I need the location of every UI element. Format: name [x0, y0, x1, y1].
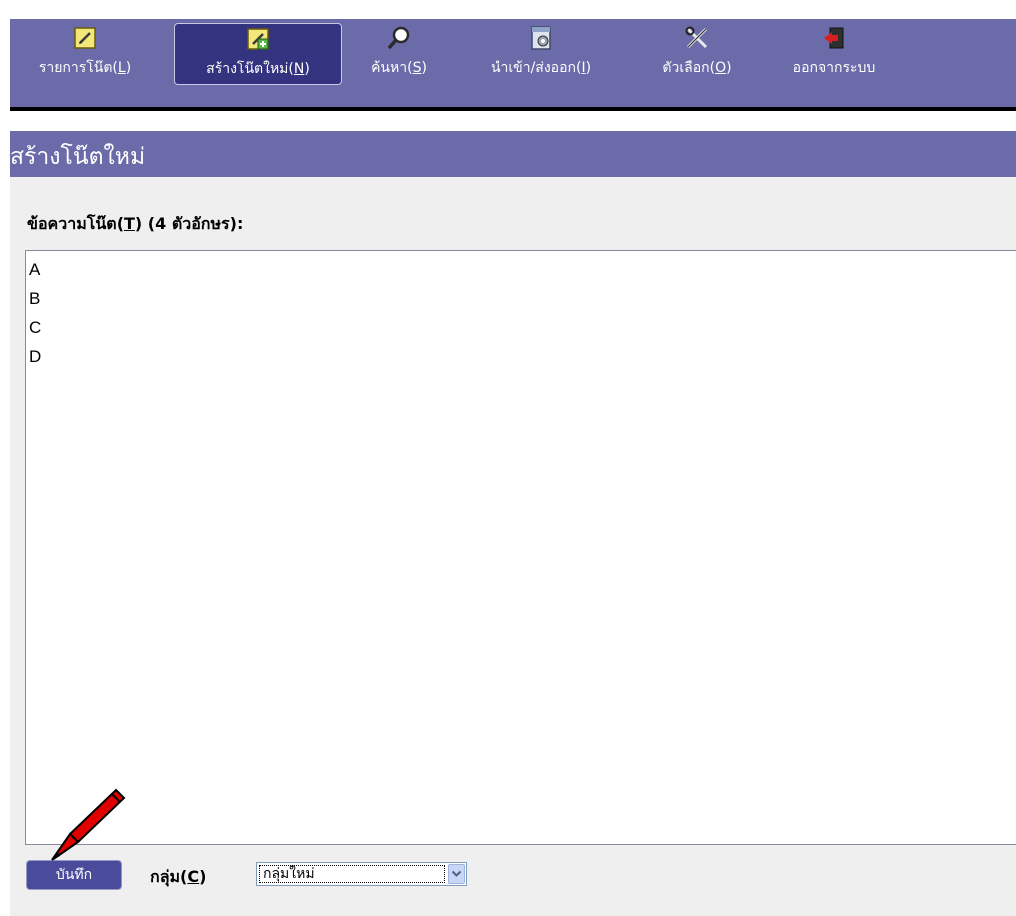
toolbar-item-options[interactable]: ตัวเลือก(O) — [626, 23, 768, 85]
note-text-input[interactable]: A B C D — [25, 250, 1016, 845]
toolbar-item-note-list[interactable]: รายการโน๊ต(L) — [14, 23, 156, 85]
page-title: สร้างโน๊ตใหม่ — [10, 144, 146, 170]
note-list-icon — [74, 27, 96, 49]
toolbar-label: นำเข้า/ส่งออก(I) — [490, 60, 592, 76]
group-select[interactable]: กลุ่มใหม่ — [256, 862, 467, 886]
group-label: กลุ่ม(C) — [150, 867, 207, 886]
toolbar-label: ค้นหา(S) — [371, 60, 427, 76]
new-note-icon — [247, 28, 269, 50]
toolbar-item-new-note[interactable]: สร้างโน๊ตใหม่(N) — [174, 23, 342, 85]
pencil-pointer-icon — [51, 788, 126, 861]
toolbar-band: รายการโน๊ต(L) สร้างโน๊ตใหม่(N) ค้นหา(S) — [10, 19, 1016, 107]
chevron-down-icon — [451, 870, 462, 877]
toolbar-label: ออกจากระบบ — [792, 60, 876, 76]
toolbar-divider — [10, 107, 1016, 111]
dropdown-button[interactable] — [448, 864, 465, 884]
toolbar-item-search[interactable]: ค้นหา(S) — [344, 23, 454, 85]
toolbar-label: สร้างโน๊ตใหม่(N) — [206, 61, 310, 77]
toolbar-item-import-export[interactable]: นำเข้า/ส่งออก(I) — [456, 23, 626, 85]
import-export-icon — [531, 26, 551, 50]
section-header: สร้างโน๊ตใหม่ — [10, 131, 1016, 177]
toolbar-label: ตัวเลือก(O) — [662, 60, 732, 76]
search-icon — [387, 26, 410, 50]
toolbar-item-logout[interactable]: ออกจากระบบ — [768, 23, 900, 85]
logout-icon — [824, 27, 844, 49]
group-select-value: กลุ่มใหม่ — [259, 865, 445, 883]
toolbar-label: รายการโน๊ต(L) — [38, 60, 132, 76]
main-toolbar: รายการโน๊ต(L) สร้างโน๊ตใหม่(N) ค้นหา(S) — [0, 0, 1016, 111]
note-text-label: ข้อความโน๊ต(T) (4 ตัวอักษร): — [27, 214, 244, 233]
options-tools-icon — [685, 26, 708, 49]
